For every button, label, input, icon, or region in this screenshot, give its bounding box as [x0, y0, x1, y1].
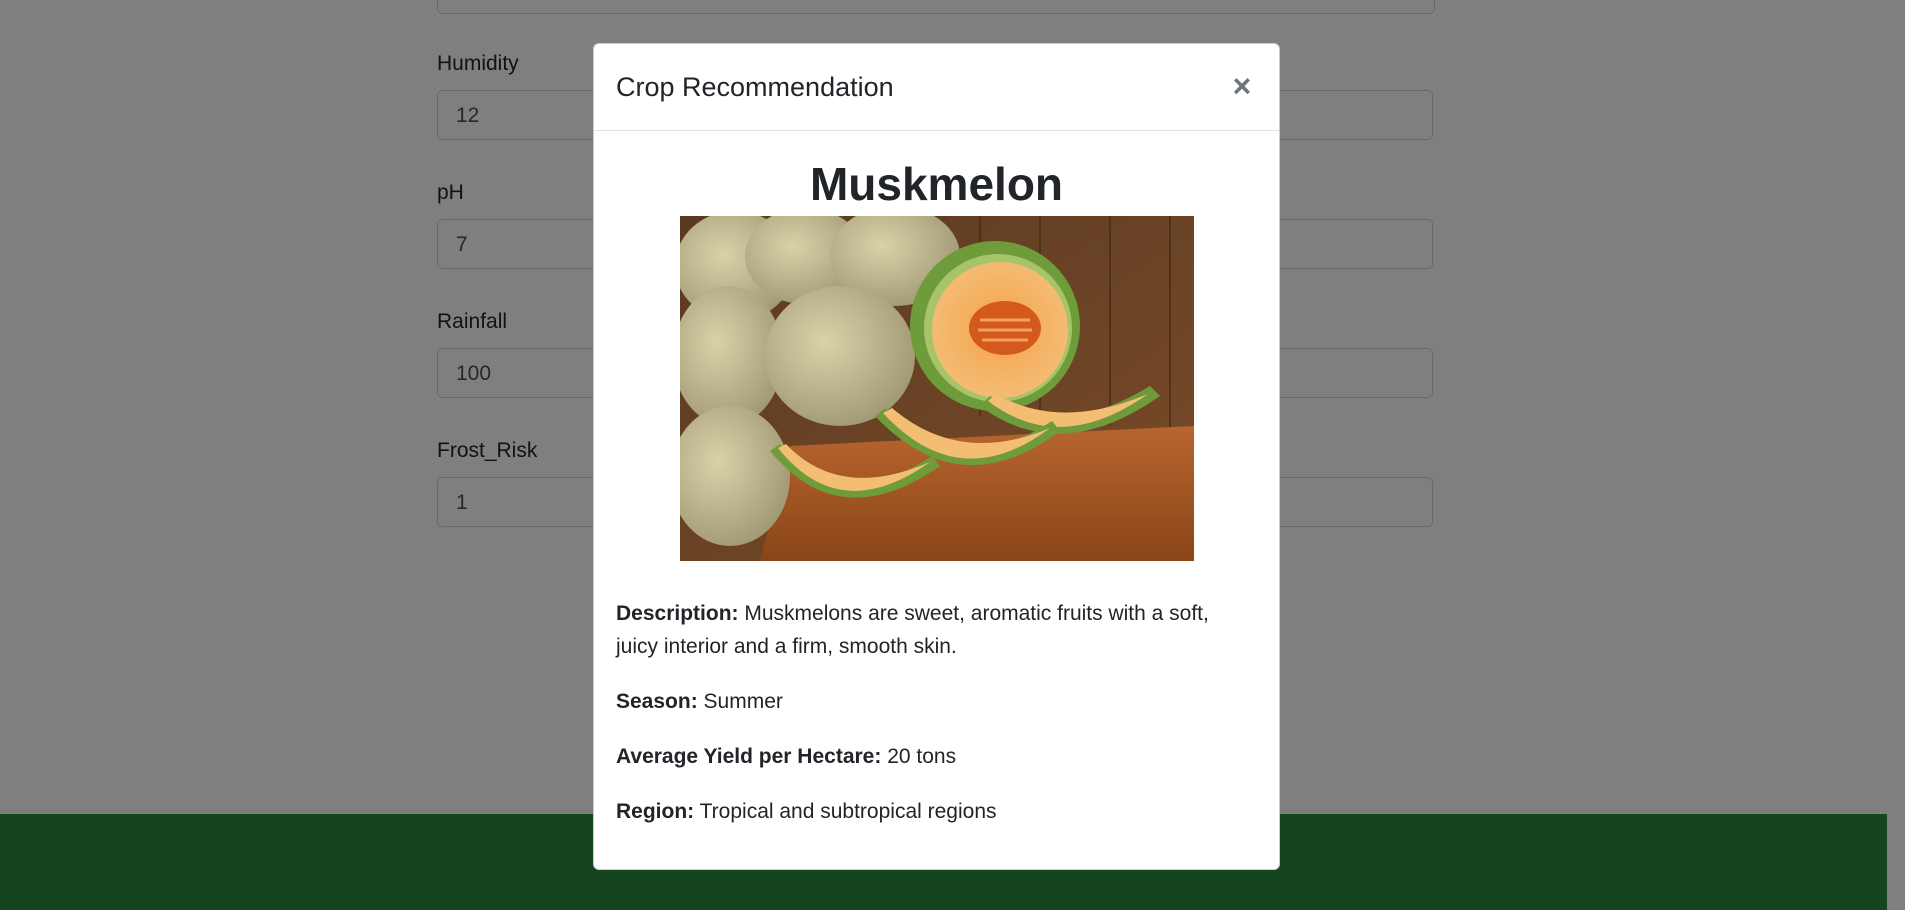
yield-value: 20 tons: [887, 745, 957, 768]
description-paragraph: Description: Muskmelons are sweet, aroma…: [616, 597, 1256, 663]
season-label: Season:: [616, 690, 698, 713]
close-button[interactable]: ×: [1225, 66, 1259, 106]
description-label: Description:: [616, 602, 739, 625]
region-value: Tropical and subtropical regions: [699, 800, 997, 823]
modal-header: Crop Recommendation ×: [594, 44, 1279, 131]
yield-paragraph: Average Yield per Hectare: 20 tons: [616, 740, 1256, 773]
modal-title: Crop Recommendation: [616, 72, 894, 102]
region-label: Region:: [616, 800, 695, 823]
season-value: Summer: [703, 690, 783, 713]
crop-recommendation-modal: Crop Recommendation × Muskmelon Descript…: [593, 43, 1280, 870]
crop-name-heading: Muskmelon: [809, 158, 1064, 210]
season-paragraph: Season: Summer: [616, 685, 1256, 718]
muskmelon-image: [680, 216, 1194, 561]
region-paragraph: Region: Tropical and subtropical regions: [616, 795, 1256, 828]
yield-label: Average Yield per Hectare:: [616, 745, 882, 768]
